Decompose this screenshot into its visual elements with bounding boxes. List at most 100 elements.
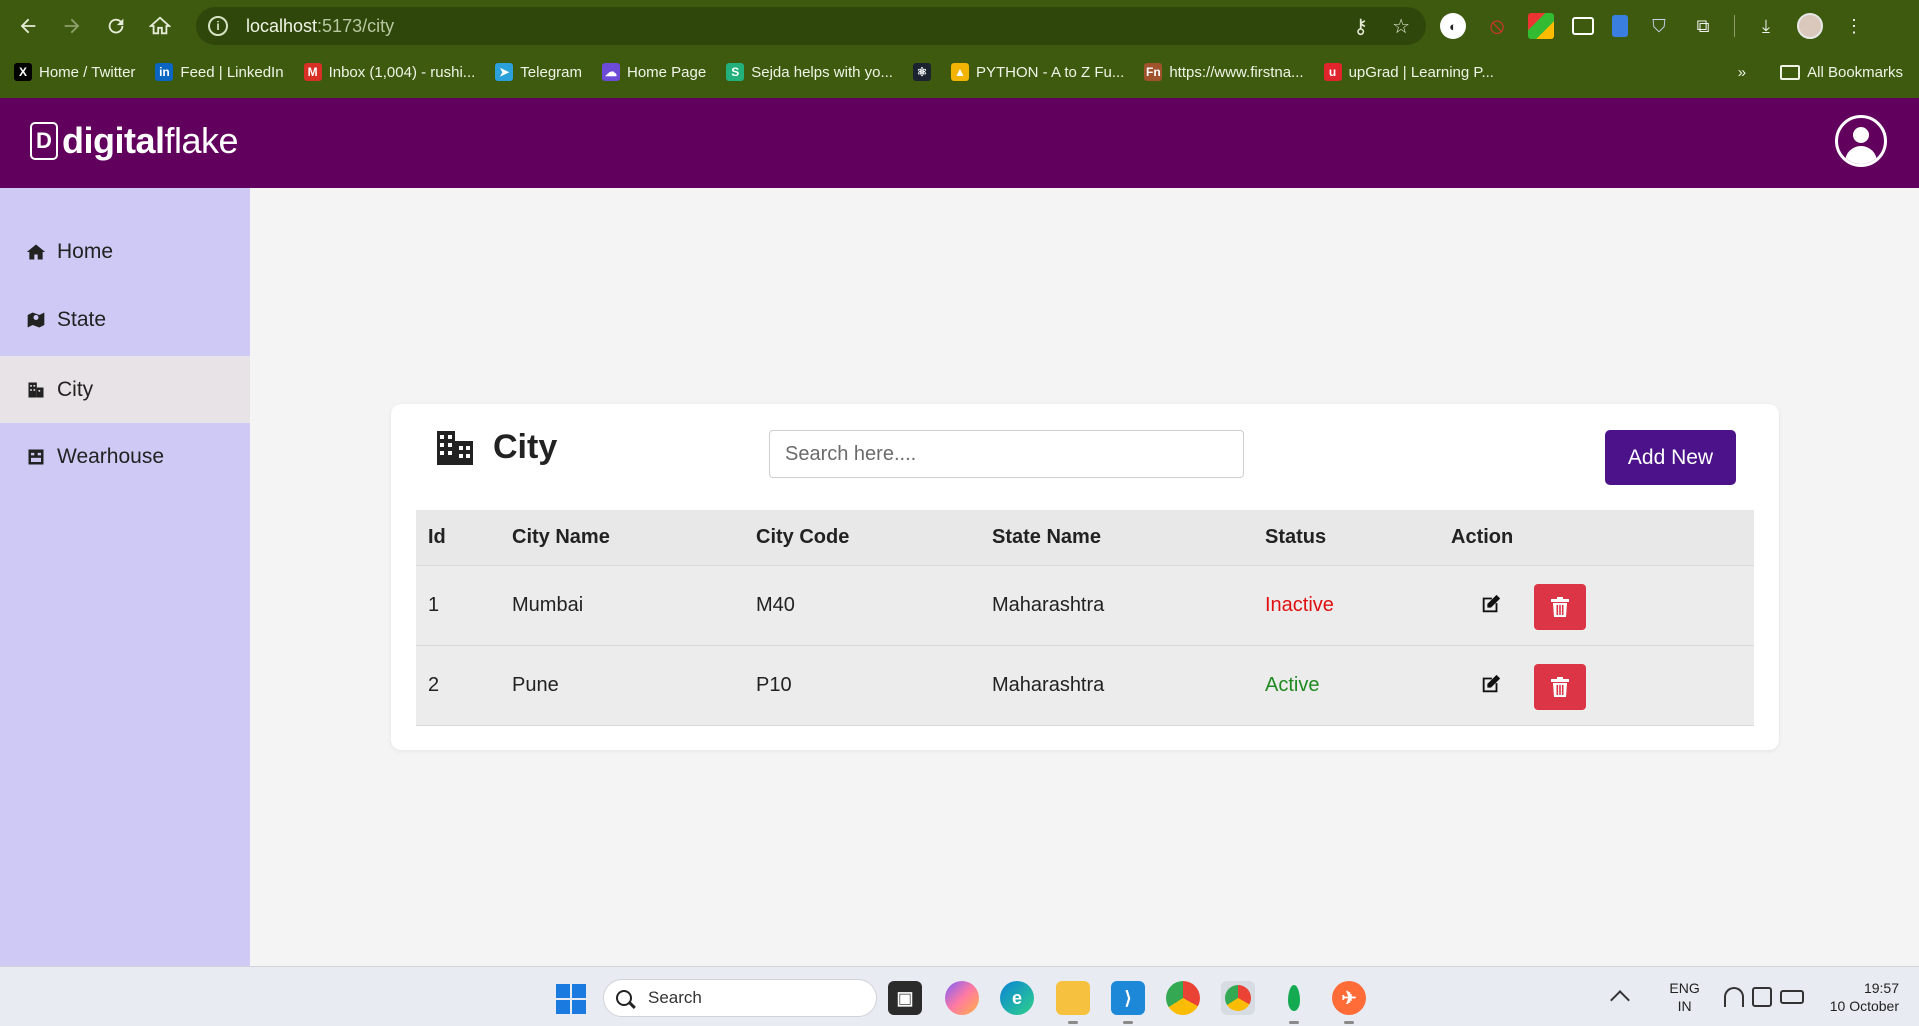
back-arrow-icon[interactable] [6, 4, 50, 48]
bookmark-item[interactable]: ➤ Telegram [495, 63, 582, 81]
user-profile-icon[interactable] [1835, 115, 1887, 167]
bookmark-item[interactable]: ⚛ [912, 63, 931, 81]
sidebar-item-state[interactable]: State [0, 286, 250, 353]
browser-chrome: i localhost:5173/city ⚷ ☆ ◐ ⦸ ⛉ ⧉ ⤓ ⋮ XH… [0, 0, 1919, 98]
column-header: Action [1451, 526, 1514, 548]
extension-icon[interactable]: ◐ [1440, 13, 1466, 39]
table-row: 1 Mumbai M40 Maharashtra Inactive [416, 566, 1754, 646]
bookmark-label: Feed | LinkedIn [180, 63, 284, 81]
bookmarks-bar-right: » All Bookmarks [1699, 54, 1919, 90]
search-input[interactable] [769, 430, 1244, 478]
home-icon[interactable] [138, 4, 182, 48]
delete-button[interactable] [1534, 664, 1586, 710]
site-info-icon[interactable]: i [208, 16, 228, 36]
cell-city-code: P10 [756, 674, 792, 696]
bookmark-item[interactable]: ▲ PYTHON - A to Z Fu... [950, 63, 1125, 81]
blocker-extension-icon[interactable]: ⦸ [1484, 13, 1510, 39]
file-explorer-icon[interactable] [1056, 981, 1090, 1024]
postman-icon[interactable]: ✈ [1332, 981, 1366, 1024]
bookmark-label: https://www.firstna... [1169, 63, 1304, 81]
cell-id: 1 [428, 594, 440, 616]
bookmark-item[interactable]: u upGrad | Learning P... [1323, 63, 1494, 81]
city-icon [25, 379, 47, 401]
table-header-row: Id City Name City Code State Name Status… [416, 510, 1754, 566]
forward-arrow-icon[interactable] [50, 4, 94, 48]
cloud-icon: ☁ [602, 63, 620, 81]
linkedin-icon: in [155, 63, 174, 81]
url-text[interactable]: localhost:5173/city [246, 16, 394, 37]
column-header[interactable]: Status [1265, 510, 1326, 565]
home-icon [25, 241, 47, 263]
vscode-icon[interactable]: ⟩ [1111, 981, 1145, 1024]
telegram-icon: ➤ [495, 63, 514, 81]
clock[interactable]: 19:57 10 October [1830, 979, 1899, 1015]
bookmark-star-icon[interactable]: ☆ [1392, 14, 1410, 39]
language-indicator[interactable]: ENG IN [1669, 979, 1699, 1015]
cell-id: 2 [428, 674, 440, 696]
digitalflake-logo[interactable]: D digitalflake [30, 120, 239, 162]
bookmark-item[interactable]: in Feed | LinkedIn [155, 63, 284, 81]
city-table: Id City Name City Code State Name Status… [416, 510, 1754, 726]
address-bar[interactable]: i localhost:5173/city ⚷ ☆ [196, 7, 1426, 45]
trash-icon [1551, 597, 1569, 617]
sejda-icon: S [726, 63, 745, 81]
chrome-icon[interactable] [1166, 981, 1200, 1015]
sidebar-item-wearhouse[interactable]: Wearhouse [0, 423, 250, 490]
extensions-area: ◐ ⦸ ⛉ ⧉ ⤓ ⋮ [1440, 0, 1867, 52]
windows-start-icon[interactable] [556, 984, 586, 1014]
add-new-button[interactable]: Add New [1605, 430, 1736, 485]
bookmark-label: Telegram [520, 63, 582, 81]
show-hidden-icons-icon[interactable] [1610, 990, 1631, 1010]
color-extension-icon[interactable] [1528, 13, 1554, 39]
bookmark-item[interactable]: Fn https://www.firstna... [1144, 63, 1304, 81]
copilot-icon[interactable] [945, 981, 979, 1015]
bookmark-label: PYTHON - A to Z Fu... [975, 63, 1125, 81]
sidebar-item-home[interactable]: Home [0, 218, 250, 285]
page-title-text: City [493, 428, 558, 466]
status-badge: Inactive [1265, 594, 1334, 616]
bookmark-label: Home / Twitter [39, 63, 136, 81]
cell-city-name: Mumbai [512, 594, 584, 616]
volume-icon[interactable] [1751, 987, 1772, 1007]
column-header[interactable]: City Name [512, 510, 610, 565]
bookmark-item[interactable]: ☁ Home Page [602, 63, 706, 81]
edit-icon[interactable] [1477, 670, 1505, 698]
task-view-icon[interactable]: ▣ [888, 981, 922, 1015]
logo-text: digitalflake [62, 120, 239, 161]
puzzle-extensions-icon[interactable]: ⧉ [1690, 13, 1716, 39]
edge-icon[interactable]: e [1000, 981, 1034, 1015]
all-bookmarks-button[interactable]: All Bookmarks [1780, 64, 1903, 81]
bookmark-label: Inbox (1,004) - rushi... [328, 63, 476, 81]
edit-icon[interactable] [1477, 590, 1505, 618]
mongodb-icon[interactable] [1277, 981, 1311, 1024]
bookmark-item[interactable]: X Home / Twitter [14, 63, 135, 81]
download-icon[interactable]: ⤓ [1753, 13, 1779, 39]
warehouse-icon [25, 446, 47, 468]
cell-city-name: Pune [512, 674, 559, 696]
browser-profile-avatar[interactable] [1797, 13, 1823, 39]
bookmark-item[interactable]: M Inbox (1,004) - rushi... [303, 63, 476, 81]
bookmark-item[interactable]: S Sejda helps with yo... [726, 63, 893, 81]
key-icon[interactable]: ⚷ [1353, 14, 1368, 39]
docs-extension-icon[interactable] [1612, 15, 1628, 37]
page-title: City [435, 428, 557, 467]
window-extension-icon[interactable] [1572, 17, 1594, 35]
taskbar-search[interactable]: Search [603, 979, 877, 1017]
delete-button[interactable] [1534, 584, 1586, 630]
bookmark-label: Home Page [627, 63, 707, 81]
wifi-icon[interactable] [1723, 987, 1744, 1007]
table-row: 2 Pune P10 Maharashtra Active [416, 646, 1754, 726]
shield-extension-icon[interactable]: ⛉ [1646, 13, 1672, 39]
reload-icon[interactable] [94, 4, 138, 48]
sidebar-item-city[interactable]: City [0, 356, 250, 423]
column-header[interactable]: State Name [992, 510, 1101, 565]
cell-state-name: Maharashtra [992, 674, 1105, 696]
more-bookmarks-icon[interactable]: » [1738, 64, 1746, 81]
app-header: D digitalflake [0, 98, 1919, 188]
column-header[interactable]: City Code [756, 510, 849, 565]
menu-dots-icon[interactable]: ⋮ [1841, 13, 1867, 39]
chrome-profile-icon[interactable] [1221, 981, 1255, 1015]
system-tray: ENG IN 19:57 10 October [1610, 967, 1919, 1026]
column-header[interactable]: Id [428, 510, 446, 565]
battery-icon[interactable] [1779, 990, 1804, 1004]
